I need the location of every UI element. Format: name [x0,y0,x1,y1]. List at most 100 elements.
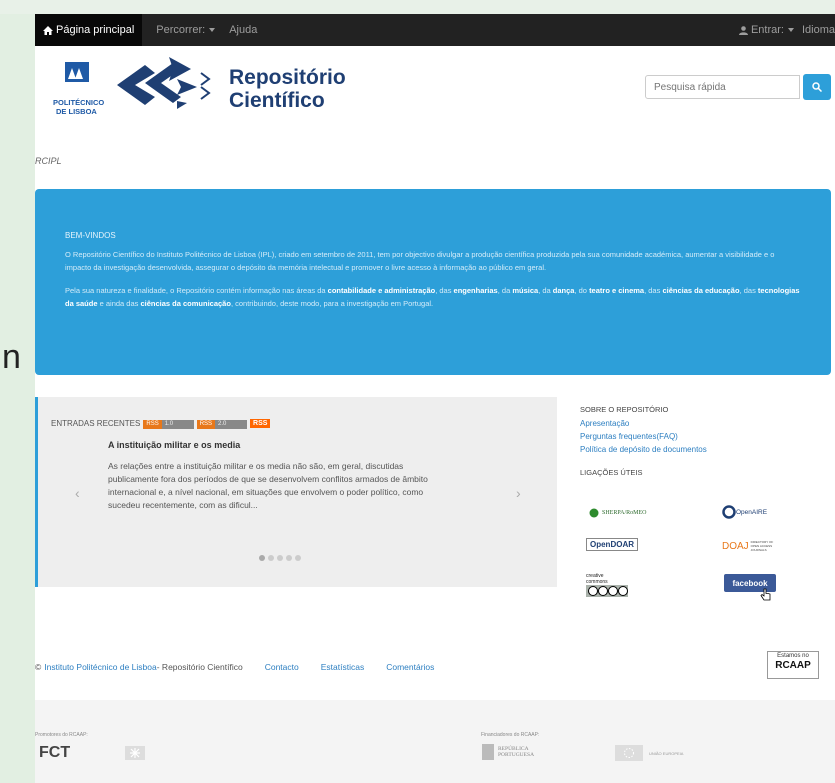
welcome-text: , da [538,286,553,295]
welcome-paragraph-2: Pela sua natureza e finalidade, o Reposi… [65,284,801,310]
carousel-dot[interactable] [277,555,283,561]
republica-portuguesa-logo[interactable]: REPÚBLICA PORTUGUESA [482,744,536,760]
nav-login[interactable]: Entrar: [738,24,794,36]
doaj-label: DOAJ [722,540,749,552]
carousel-indicators [259,555,301,561]
top-navbar: Página principal Percorrer: Ajuda Entrar… [35,14,835,46]
recent-item-title[interactable]: A instituição militar e os media [108,440,240,450]
welcome-text: e ainda das [97,299,141,308]
openaire-link[interactable]: OpenAIRE [722,505,767,519]
area-link[interactable]: ciências da comunicação [140,299,230,308]
rss-1-version: 1.0 [161,420,194,429]
eu-flag-icon[interactable] [615,745,643,761]
area-link[interactable]: teatro e cinema [589,286,644,295]
area-link[interactable]: música [512,286,538,295]
welcome-text: , das [644,286,663,295]
rss-2-feed-link[interactable]: RSS 2.0 [196,418,248,429]
about-link-faq[interactable]: Perguntas frequentes(FAQ) [580,432,830,441]
carousel-prev-button[interactable]: ‹ [75,485,80,501]
portugal-flag-icon [482,744,494,760]
rss-1-feed-link[interactable]: RSS 1.0 [143,418,194,429]
welcome-text: , das [435,286,454,295]
nav-home[interactable]: Página principal [35,14,143,46]
fct-logo[interactable]: FCT [39,744,70,762]
search-input[interactable] [645,75,800,99]
background-strip-left [0,0,35,783]
nav-language-label: Idioma [801,24,835,36]
nav-language[interactable]: Idioma [802,24,835,36]
footer-comments-link[interactable]: Comentários [386,662,434,672]
area-link[interactable]: contabilidade e administração [328,286,436,295]
creative-commons-link[interactable]: creative commons [586,573,628,599]
welcome-panel: BEM-VINDOS O Repositório Científico do I… [35,189,831,375]
footer-stats-link[interactable]: Estatísticas [321,662,364,672]
footer-repository-suffix: - Repositório Científico [156,662,243,672]
funders-label: Financiadores do RCAAP: [481,732,540,738]
republica-label: REPÚBLICA PORTUGUESA [498,746,535,758]
sherpa-romeo-link[interactable]: SHERPA/RoMEO [588,508,646,518]
carousel-dot[interactable] [268,555,274,561]
home-icon [43,25,53,35]
nav-help-label: Ajuda [229,24,258,36]
footer: © Instituto Politécnico de Lisboa - Repo… [35,662,434,672]
chevron-down-icon [787,28,794,32]
breadcrumb[interactable]: RCIPL [35,156,62,166]
search-button[interactable] [803,74,831,100]
rss-feed-link[interactable]: RSS [250,419,271,428]
repository-title-line2: Científico [229,89,325,112]
about-link-policy[interactable]: Política de depósito de documentos [580,445,830,454]
carousel-dot[interactable] [286,555,292,561]
rcaap-badge-name: RCAAP [775,660,811,671]
welcome-text: Pela sua natureza e finalidade, o Reposi… [65,286,328,295]
carousel-dot[interactable] [259,555,265,561]
welcome-text: , do [574,286,590,295]
rcaap-badge[interactable]: Estamos no RCAAP [767,651,819,679]
nav-home-label: Página principal [56,24,135,36]
about-sidebar: SOBRE O REPOSITÓRIO Apresentação Pergunt… [580,405,830,482]
carousel-next-button[interactable]: › [516,485,521,501]
search-icon [812,82,822,92]
carousel-dot[interactable] [295,555,301,561]
about-link-presentation[interactable]: Apresentação [580,419,830,428]
recent-entries-carousel: ENTRADAS RECENTES RSS 1.0 RSS 2.0 RSS A in… [35,397,557,587]
ipl-logo[interactable]: POLITÉCNICO DE LISBOA [53,62,113,123]
footer-institution-link[interactable]: Instituto Politécnico de Lisboa [44,662,156,672]
recent-entries-heading: ENTRADAS RECENTES [51,419,141,428]
footer-contact-link[interactable]: Contacto [265,662,299,672]
doaj-link[interactable]: DOAJ DIRECTORY OF OPEN ACCESS JOURNALS [722,540,775,552]
welcome-text: , das [739,286,758,295]
rcaap-badge-top: Estamos no [777,653,809,659]
institution-name: POLITÉCNICO DE LISBOA [53,98,104,116]
rss-2-badge: RSS [196,420,216,429]
facebook-label: facebook [732,578,768,588]
user-icon [738,25,748,35]
repository-title[interactable]: Repositório Científico [229,66,346,112]
nav-help[interactable]: Ajuda [229,24,257,36]
hand-cursor-icon [760,588,771,601]
nav-browse-label: Percorrer: [156,24,206,36]
institution-name-line2: DE LISBOA [56,107,97,116]
useful-links-heading: LIGAÇÕES ÚTEIS [580,468,643,477]
welcome-text: , contribuindo, deste modo, para a inves… [230,299,434,308]
area-link[interactable]: engenharias [454,286,498,295]
area-link[interactable]: ciências da educação [662,286,739,295]
cc-label: creative commons [586,573,608,585]
repository-arrows-logo [117,57,211,109]
opendoar-link[interactable]: OpenDOAR [586,538,638,551]
sherpa-logo-icon [589,508,599,518]
recent-entries-header: ENTRADAS RECENTES RSS 1.0 RSS 2.0 RSS [51,418,271,429]
fccn-logo-icon[interactable] [125,746,145,760]
openaire-logo-icon [722,505,736,519]
area-link[interactable]: dança [553,286,575,295]
repository-title-line1: Repositório [229,66,346,89]
welcome-text: , da [497,286,513,295]
institution-name-line1: POLITÉCNICO [53,98,105,107]
welcome-heading: BEM-VINDOS [65,231,116,240]
nav-browse[interactable]: Percorrer: [156,24,216,36]
rss-2-version: 2.0 [215,420,248,429]
sherpa-label: SHERPA/RoMEO [602,510,647,516]
copyright-symbol: © [35,662,42,672]
opendoar-label: OpenDOAR [590,540,634,549]
sponsors-bar: Promotores do RCAAP: FCT Financiadores d… [35,700,835,783]
doaj-subtitle: DIRECTORY OF OPEN ACCESS JOURNALS [750,540,774,552]
